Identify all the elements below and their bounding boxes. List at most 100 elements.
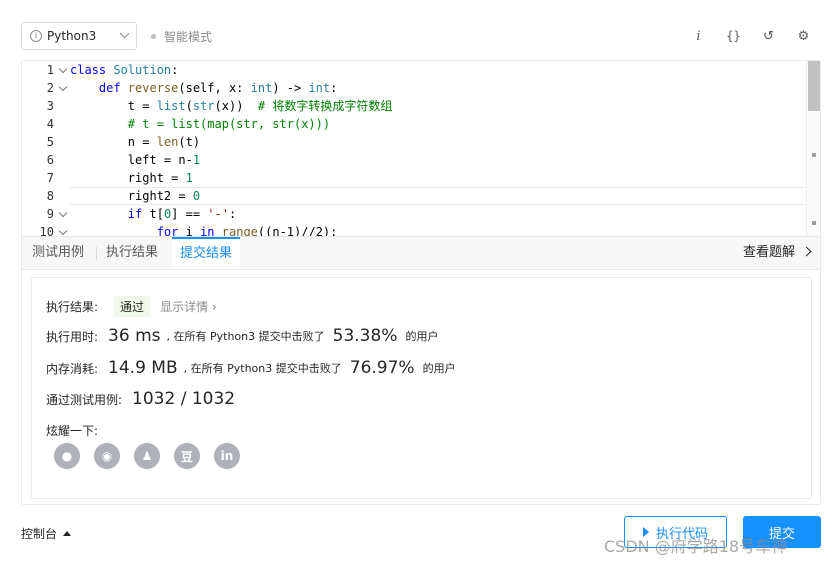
code-line: 9 if t[0] == '-':: [22, 205, 820, 223]
editor-panel: 1 class Solution: 2 def reverse(self, x:…: [21, 60, 821, 505]
fold-chevron-icon[interactable]: [58, 64, 68, 74]
code-token: left = n-: [70, 153, 193, 167]
code-line: 5 n = len(t): [22, 133, 820, 151]
fold-chevron-icon[interactable]: [58, 226, 68, 236]
code-line: 10 for i in range((n-1)//2):: [22, 223, 820, 236]
tab-divider: [96, 247, 97, 260]
code-token: for: [156, 225, 179, 236]
code-token: int: [308, 81, 331, 95]
mode-dot-icon: [151, 33, 156, 39]
code-token: ] ==: [171, 207, 208, 221]
test-cases-label: 通过测试用例:: [46, 392, 123, 407]
toolbar-actions: i {} ↺ ⚙: [681, 22, 821, 50]
scroll-marker: [812, 153, 816, 157]
runtime-row: 执行用时: 36 ms , 在所有 Python3 提交中击败了 53.38% …: [46, 326, 438, 346]
status-badge: 通过: [114, 296, 151, 317]
code-token: int: [250, 81, 273, 95]
runtime-tail: 的用户: [405, 330, 439, 343]
console-toggle[interactable]: 控制台: [21, 525, 72, 542]
code-token: t =: [70, 99, 157, 113]
code-token: '-': [207, 207, 229, 221]
code-token: 0: [192, 189, 201, 203]
test-cases-value: 1032 / 1032: [132, 389, 236, 409]
code-token: len: [156, 135, 179, 149]
tab-submit-result[interactable]: 提交结果: [172, 237, 241, 269]
code-token: :: [228, 207, 237, 221]
submission-result-card: 执行结果: 通过 显示详情 › 执行用时: 36 ms , 在所有 Python…: [31, 277, 812, 499]
format-code-icon[interactable]: {}: [716, 29, 751, 43]
code-line: 3 t = list(str(x)) # 将数字转换成字符数组: [22, 97, 820, 115]
memory-desc: , 在所有 Python3 提交中击败了: [183, 362, 342, 375]
code-token: right2 =: [70, 189, 193, 203]
runtime-desc: , 在所有 Python3 提交中击败了: [166, 330, 325, 343]
line-number: 5: [46, 135, 54, 149]
tab-run-result[interactable]: 执行结果: [98, 237, 166, 269]
line-number: 3: [46, 99, 54, 113]
tab-test-case[interactable]: 测试用例: [24, 237, 92, 269]
code-token: (x)): [214, 99, 258, 113]
qq-icon[interactable]: ♟: [134, 443, 160, 469]
code-token: ((n-1)//2):: [257, 225, 338, 236]
code-token: (: [185, 99, 193, 113]
wechat-icon[interactable]: ●: [54, 443, 80, 469]
line-number: 6: [46, 153, 54, 167]
code-token: str: [192, 99, 215, 113]
code-token: i: [178, 225, 201, 236]
language-label: Python3: [47, 29, 97, 43]
chevron-down-icon: [119, 28, 130, 39]
code-token: if: [127, 207, 143, 221]
test-cases-row: 通过测试用例: 1032 / 1032: [46, 389, 241, 409]
code-token: def: [70, 81, 128, 95]
linkedin-icon[interactable]: in: [214, 443, 240, 469]
code-editor[interactable]: 1 class Solution: 2 def reverse(self, x:…: [22, 61, 820, 236]
settings-icon[interactable]: ⚙: [786, 29, 821, 44]
code-token: right =: [70, 171, 186, 185]
code-token: in: [200, 225, 215, 236]
show-details-link[interactable]: 显示详情 ›: [160, 298, 217, 315]
code-token: ) ->: [272, 81, 309, 95]
line-number: 10: [39, 225, 54, 236]
code-token: 1: [185, 171, 193, 185]
result-status-row: 执行结果: 通过 显示详情 ›: [46, 296, 217, 317]
fold-chevron-icon[interactable]: [58, 208, 68, 218]
share-buttons: ● ◉ ♟ 豆 in: [54, 443, 254, 469]
code-token: :: [330, 81, 338, 95]
runtime-value: 36 ms: [108, 326, 161, 346]
code-token: class: [70, 63, 114, 77]
code-token: (t): [178, 135, 201, 149]
line-number: 1: [46, 63, 54, 77]
code-line: 8 right2 = 0: [22, 187, 820, 205]
reset-icon[interactable]: ↺: [751, 29, 786, 44]
console-label: 控制台: [21, 527, 58, 541]
watermark: CSDN @府学路18号车神: [604, 537, 788, 556]
view-solution-link[interactable]: 查看题解: [743, 237, 812, 269]
editor-scrollbar[interactable]: [806, 61, 820, 236]
code-token: n =: [70, 135, 157, 149]
smart-mode-toggle[interactable]: 智能模式: [151, 22, 212, 50]
code-token: list: [156, 99, 186, 113]
fold-chevron-icon[interactable]: [58, 82, 68, 92]
line-number: 7: [46, 171, 54, 185]
line-number: 8: [46, 189, 54, 203]
line-number: 4: [46, 117, 54, 131]
caret-up-icon: [63, 531, 72, 536]
code-token: :: [171, 63, 179, 77]
weibo-icon[interactable]: ◉: [94, 443, 120, 469]
code-token: 1: [192, 153, 201, 167]
douban-icon[interactable]: 豆: [174, 443, 200, 469]
runtime-percentile: 53.38%: [332, 326, 398, 346]
code-token: range: [221, 225, 258, 236]
scrollbar-thumb[interactable]: [808, 61, 820, 111]
runtime-label: 执行用时:: [46, 329, 99, 344]
share-row: 炫耀一下:: [46, 422, 98, 439]
language-select[interactable]: i Python3: [21, 22, 137, 50]
memory-percentile: 76.97%: [349, 358, 415, 378]
code-line: 2 def reverse(self, x: int) -> int:: [22, 79, 820, 97]
mode-label: 智能模式: [164, 29, 213, 44]
code-token: Solution: [113, 63, 172, 77]
code-line: 6 left = n-1: [22, 151, 820, 169]
info-italic-icon[interactable]: i: [681, 29, 716, 44]
code-line: 4 # t = list(map(str, str(x))): [22, 115, 820, 133]
